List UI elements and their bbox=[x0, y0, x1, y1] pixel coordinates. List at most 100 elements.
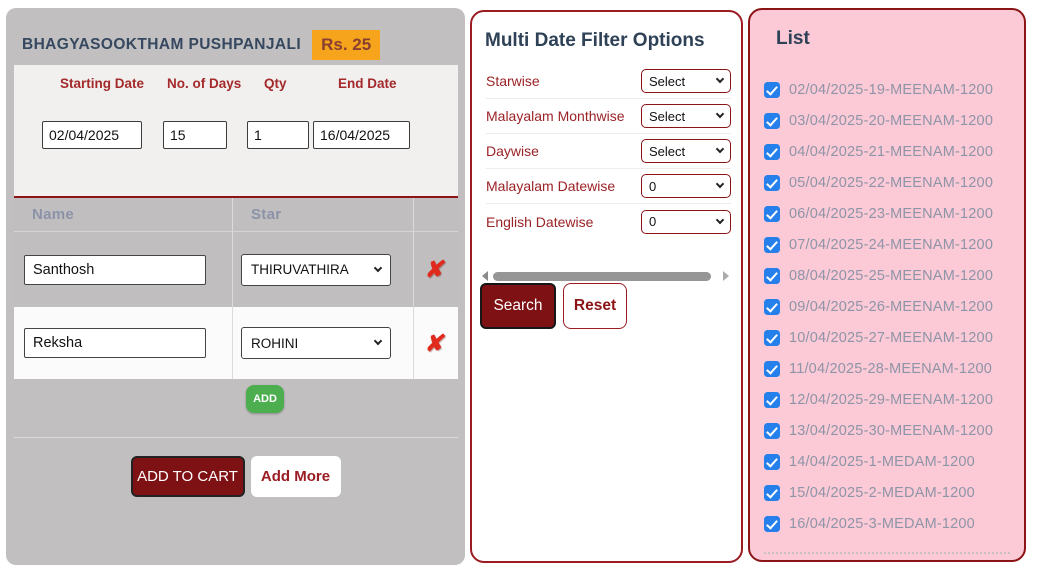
date-list: 02/04/2025-19-MEENAM-1200 03/04/2025-20-… bbox=[764, 82, 1016, 547]
page: BHAGYASOOKTHAM PUSHPANJALI Rs. 25 Starti… bbox=[0, 0, 1042, 578]
add-more-button[interactable]: Add More bbox=[251, 456, 341, 497]
list-item-label: 06/04/2025-23-MEENAM-1200 bbox=[789, 206, 993, 222]
devotee-table: Name Star THIRUVATHIRA ✘ bbox=[14, 198, 458, 379]
list-item: 15/04/2025-2-MEDAM-1200 bbox=[764, 485, 1016, 501]
date-checkbox[interactable] bbox=[764, 361, 780, 377]
chevron-down-icon bbox=[716, 215, 724, 223]
list-item-label: 11/04/2025-28-MEENAM-1200 bbox=[789, 361, 992, 377]
malayalam-monthwise-select[interactable]: Select bbox=[641, 104, 731, 128]
date-checkbox[interactable] bbox=[764, 516, 780, 532]
table-row: ✘ bbox=[414, 232, 458, 307]
divider bbox=[14, 437, 458, 438]
list-panel-title: List bbox=[776, 28, 810, 50]
name-input[interactable] bbox=[24, 328, 206, 358]
date-checkbox[interactable] bbox=[764, 237, 780, 253]
list-item: 07/04/2025-24-MEENAM-1200 bbox=[764, 237, 1016, 253]
star-column-header: Star bbox=[233, 198, 414, 232]
add-to-cart-button[interactable]: ADD TO CART bbox=[131, 456, 245, 497]
date-checkbox[interactable] bbox=[764, 206, 780, 222]
list-item-label: 05/04/2025-22-MEENAM-1200 bbox=[789, 175, 993, 191]
list-item: 11/04/2025-28-MEENAM-1200 bbox=[764, 361, 1016, 377]
date-checkbox[interactable] bbox=[764, 299, 780, 315]
chevron-down-icon bbox=[716, 75, 724, 83]
list-item: 04/04/2025-21-MEENAM-1200 bbox=[764, 144, 1016, 160]
date-checkbox[interactable] bbox=[764, 330, 780, 346]
horizontal-scrollbar[interactable] bbox=[482, 270, 729, 282]
scrollbar-right-arrow-icon[interactable] bbox=[723, 271, 729, 281]
table-row bbox=[14, 232, 233, 307]
scrollbar-thumb[interactable] bbox=[493, 272, 711, 281]
date-checkbox[interactable] bbox=[764, 485, 780, 501]
no-of-days-label: No. of Days bbox=[167, 76, 241, 91]
list-item-label: 03/04/2025-20-MEENAM-1200 bbox=[789, 113, 993, 129]
date-checkbox[interactable] bbox=[764, 268, 780, 284]
select-value: Select bbox=[649, 109, 685, 124]
english-datewise-select[interactable]: 0 bbox=[641, 210, 731, 234]
date-checkbox[interactable] bbox=[764, 454, 780, 470]
chevron-down-icon bbox=[716, 145, 724, 153]
multi-date-filter-panel: Multi Date Filter Options Starwise Selec… bbox=[470, 10, 743, 563]
date-checkbox[interactable] bbox=[764, 423, 780, 439]
star-select-value: ROHINI bbox=[251, 336, 298, 351]
reset-button[interactable]: Reset bbox=[563, 283, 627, 329]
date-list-panel: List 02/04/2025-19-MEENAM-1200 03/04/202… bbox=[748, 8, 1026, 562]
chevron-down-icon bbox=[374, 337, 382, 345]
scrollbar-left-arrow-icon[interactable] bbox=[482, 271, 488, 281]
cart-actions: ADD TO CART Add More bbox=[6, 456, 465, 497]
list-item: 13/04/2025-30-MEENAM-1200 bbox=[764, 423, 1016, 439]
filter-label: English Datewise bbox=[486, 214, 593, 230]
no-of-days-input[interactable] bbox=[163, 121, 227, 149]
pooja-title: BHAGYASOOKTHAM PUSHPANJALI bbox=[22, 36, 301, 54]
chevron-down-icon bbox=[716, 180, 724, 188]
starwise-select[interactable]: Select bbox=[641, 69, 731, 93]
date-form: Starting Date No. of Days Qty End Date bbox=[14, 65, 458, 196]
list-item: 10/04/2025-27-MEENAM-1200 bbox=[764, 330, 1016, 346]
filter-row-daywise: Daywise Select bbox=[486, 134, 731, 169]
malayalam-datewise-select[interactable]: 0 bbox=[641, 174, 731, 198]
table-row bbox=[14, 307, 233, 379]
qty-label: Qty bbox=[264, 76, 287, 91]
date-checkbox[interactable] bbox=[764, 113, 780, 129]
scrollbar-track[interactable] bbox=[493, 271, 718, 281]
list-item-label: 04/04/2025-21-MEENAM-1200 bbox=[789, 144, 993, 160]
star-select[interactable]: THIRUVATHIRA bbox=[241, 254, 391, 286]
filter-label: Malayalam Datewise bbox=[486, 178, 615, 194]
list-item-label: 15/04/2025-2-MEDAM-1200 bbox=[789, 485, 975, 501]
filter-panel-title: Multi Date Filter Options bbox=[485, 30, 705, 52]
delete-icon[interactable]: ✘ bbox=[424, 258, 447, 281]
delete-icon[interactable]: ✘ bbox=[424, 332, 447, 355]
list-item: 14/04/2025-1-MEDAM-1200 bbox=[764, 454, 1016, 470]
list-item: 06/04/2025-23-MEENAM-1200 bbox=[764, 206, 1016, 222]
date-checkbox[interactable] bbox=[764, 175, 780, 191]
starting-date-input[interactable] bbox=[42, 121, 142, 149]
filter-label: Daywise bbox=[486, 143, 539, 159]
list-item-label: 16/04/2025-3-MEDAM-1200 bbox=[789, 516, 975, 532]
filter-label: Starwise bbox=[486, 73, 540, 89]
list-item-label: 10/04/2025-27-MEENAM-1200 bbox=[789, 330, 993, 346]
list-item-label: 12/04/2025-29-MEENAM-1200 bbox=[789, 392, 993, 408]
date-checkbox[interactable] bbox=[764, 82, 780, 98]
list-item: 16/04/2025-3-MEDAM-1200 bbox=[764, 516, 1016, 532]
end-date-input[interactable] bbox=[313, 121, 410, 149]
select-value: Select bbox=[649, 144, 685, 159]
filter-row-malayalam-monthwise: Malayalam Monthwise Select bbox=[486, 99, 731, 134]
filter-row-english-datewise: English Datewise 0 bbox=[486, 204, 731, 239]
name-input[interactable] bbox=[24, 255, 206, 285]
add-row-button[interactable]: ADD bbox=[246, 385, 284, 413]
list-item-label: 07/04/2025-24-MEENAM-1200 bbox=[789, 237, 993, 253]
filter-label: Malayalam Monthwise bbox=[486, 108, 625, 124]
star-select-value: THIRUVATHIRA bbox=[251, 262, 349, 277]
daywise-select[interactable]: Select bbox=[641, 139, 731, 163]
name-column-header: Name bbox=[14, 198, 233, 232]
filter-row-malayalam-datewise: Malayalam Datewise 0 bbox=[486, 169, 731, 204]
select-value: 0 bbox=[649, 179, 656, 194]
select-value: Select bbox=[649, 74, 685, 89]
list-item: 12/04/2025-29-MEENAM-1200 bbox=[764, 392, 1016, 408]
table-row: THIRUVATHIRA bbox=[233, 232, 414, 307]
search-button[interactable]: Search bbox=[480, 283, 556, 329]
qty-input[interactable] bbox=[247, 121, 309, 149]
star-select[interactable]: ROHINI bbox=[241, 327, 391, 359]
list-item: 02/04/2025-19-MEENAM-1200 bbox=[764, 82, 1016, 98]
date-checkbox[interactable] bbox=[764, 392, 780, 408]
date-checkbox[interactable] bbox=[764, 144, 780, 160]
